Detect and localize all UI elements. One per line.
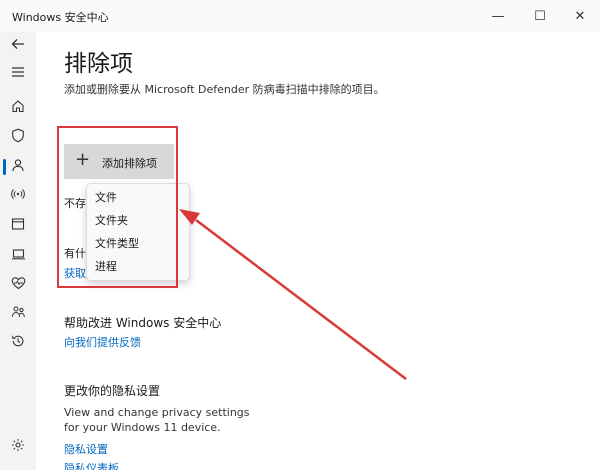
minimize-icon: — [491,8,505,24]
privacy-title: 更改你的隐私设置 [64,384,161,398]
shield-icon[interactable] [8,125,28,145]
improve-title: 帮助改进 Windows 安全中心 [64,316,222,330]
device-icon[interactable] [8,244,28,264]
title-bar: Windows 安全中心 — ☐ ✕ [0,0,600,32]
account-icon[interactable] [8,155,28,175]
active-indicator [3,159,6,175]
back-icon[interactable] [8,34,28,54]
home-icon[interactable] [8,96,28,116]
close-button[interactable]: ✕ [562,2,598,30]
history-icon[interactable] [8,331,28,351]
page-title: 排除项 [64,51,133,77]
privacy-text-line1: View and change privacy settings [64,406,250,419]
privacy-text-line2: for your Windows 11 device. [64,421,221,434]
sidebar [0,32,36,470]
network-icon[interactable] [8,184,28,204]
security-center-window: Windows 安全中心 — ☐ ✕ 排除项 添加或删除要从 Microsoft… [0,0,600,470]
page-description: 添加或删除要从 Microsoft Defender 防病毒扫描中排除的项目。 [64,83,385,96]
highlight-box [57,126,178,288]
window-title: Windows 安全中心 [12,11,109,24]
maximize-icon: ☐ [534,8,546,24]
health-icon[interactable] [8,273,28,293]
maximize-button[interactable]: ☐ [522,2,558,30]
privacy-dashboard-link[interactable]: 隐私仪表板 [64,460,119,470]
privacy-settings-link[interactable]: 隐私设置 [64,441,108,457]
feedback-link[interactable]: 向我们提供反馈 [64,334,141,350]
family-icon[interactable] [8,302,28,322]
close-icon: ✕ [574,8,586,24]
settings-icon[interactable] [8,435,28,455]
menu-icon[interactable] [8,62,28,82]
minimize-button[interactable]: — [480,2,516,30]
app-browser-icon[interactable] [8,214,28,234]
